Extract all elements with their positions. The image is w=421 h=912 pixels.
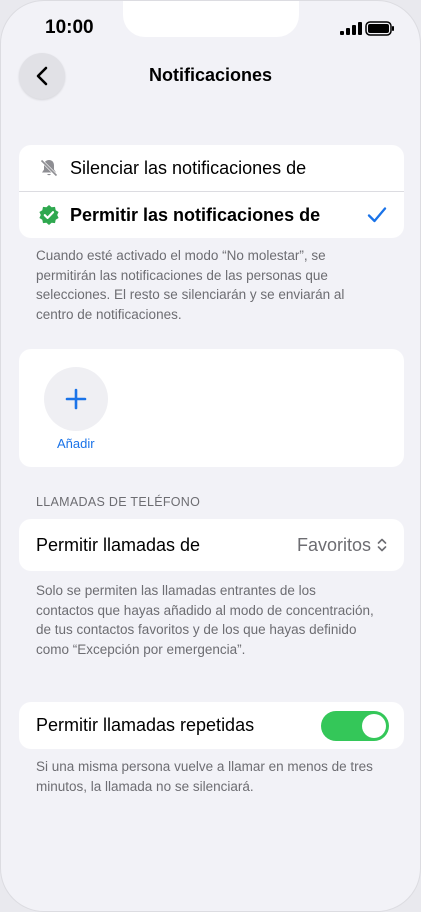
chevron-up-down-icon <box>377 538 387 552</box>
option-silence-label: Silenciar las notificaciones de <box>70 157 307 178</box>
calls-note: Solo se permiten las llamadas entrantes … <box>36 583 374 657</box>
add-person-label[interactable]: Añadir <box>57 436 95 451</box>
options-note: Cuando esté activado el modo “No molesta… <box>36 248 345 322</box>
allow-calls-card: Permitir llamadas de Favoritos <box>19 519 404 571</box>
repeated-calls-label: Permitir llamadas repetidas <box>36 714 255 735</box>
repeated-calls-card: Permitir llamadas repetidas <box>19 702 404 749</box>
add-person-button[interactable] <box>44 367 108 431</box>
allow-calls-row[interactable]: Permitir llamadas de Favoritos <box>19 522 404 568</box>
checkmark-icon <box>367 207 387 223</box>
repeated-calls-row: Permitir llamadas repetidas <box>19 702 404 748</box>
phone-screen: 10:00 Notificaciones Silenciar las notif… <box>0 0 421 912</box>
verified-badge-icon <box>39 205 59 225</box>
allow-calls-label: Permitir llamadas de <box>36 534 201 555</box>
notch <box>123 1 299 37</box>
option-silence-row[interactable]: Silenciar las notificaciones de <box>19 145 404 191</box>
plus-icon <box>65 388 87 410</box>
option-allow-label: Permitir las notificaciones de <box>70 204 321 225</box>
status-time: 10:00 <box>45 17 94 38</box>
repeated-calls-toggle[interactable] <box>321 711 389 741</box>
battery-icon <box>365 21 394 36</box>
people-card: Añadir <box>19 349 404 467</box>
allow-calls-value[interactable]: Favoritos <box>297 535 371 556</box>
page-title: Notificaciones <box>148 65 273 85</box>
calls-section-header: LLAMADAS DE TELÉFONO <box>36 495 201 509</box>
signal-icon <box>340 22 362 35</box>
option-allow-row[interactable]: Permitir las notificaciones de <box>19 192 404 238</box>
notification-options-card: Silenciar las notificaciones de Permitir… <box>19 145 404 238</box>
toggle-knob <box>362 714 386 738</box>
repeated-calls-note: Si una misma persona vuelve a llamar en … <box>36 759 373 794</box>
bell-slash-icon <box>40 159 58 177</box>
status-bar: 10:00 <box>1 1 420 51</box>
